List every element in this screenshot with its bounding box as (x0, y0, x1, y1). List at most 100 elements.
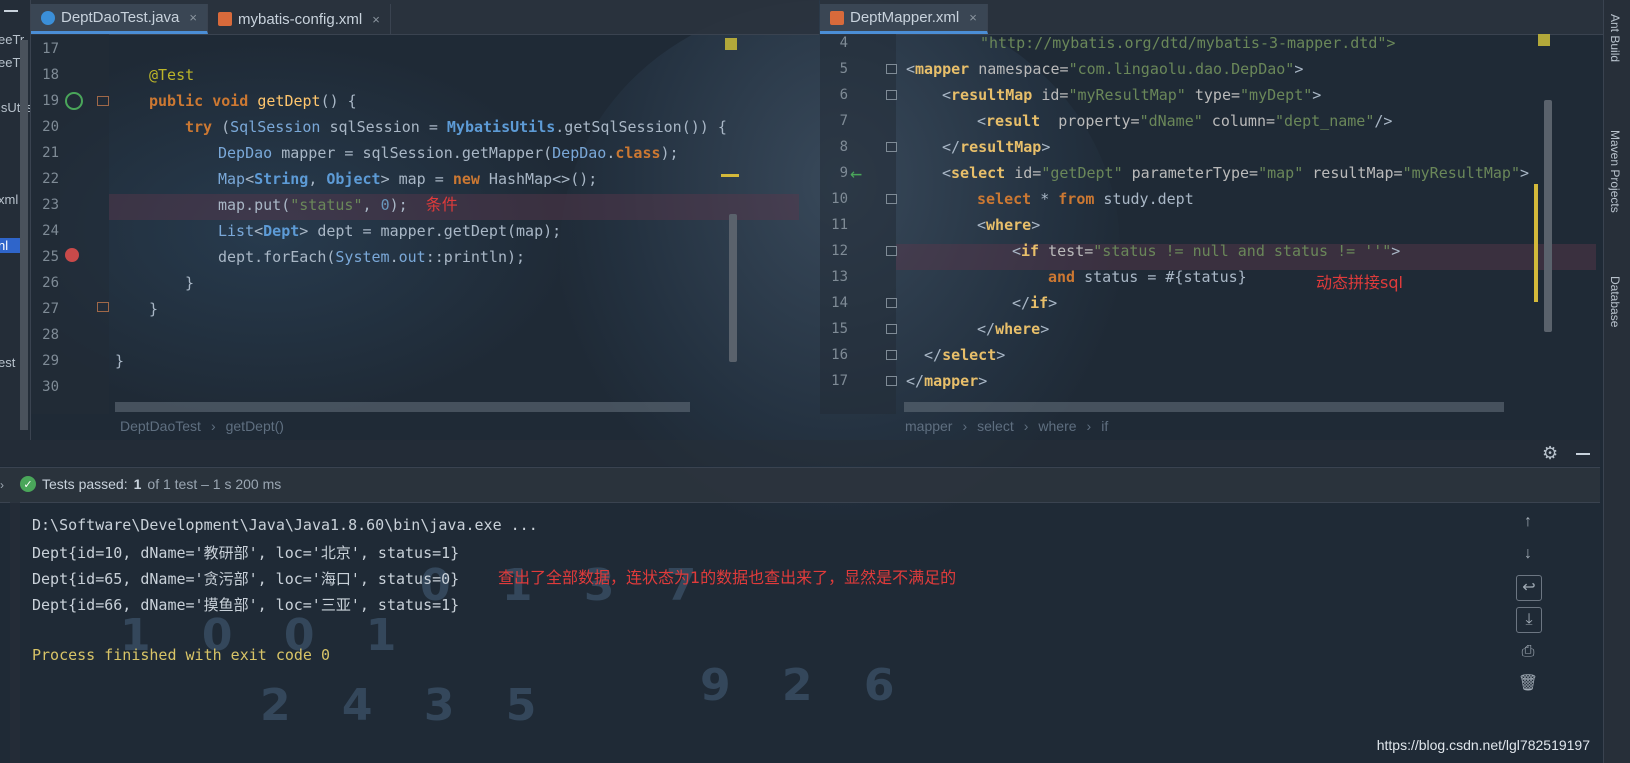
right-tool-strip: Ant Build Maven Projects Database (1603, 0, 1630, 763)
database-tool[interactable]: Database (1608, 276, 1622, 327)
editor-vertical-scrollbar[interactable] (729, 214, 737, 362)
trash-icon[interactable]: 🗑 (1516, 672, 1540, 696)
line-number: 29 (42, 353, 59, 369)
fold-icon[interactable] (886, 90, 897, 100)
editor-horizontal-scrollbar[interactable] (904, 402, 1504, 412)
fold-icon[interactable] (886, 350, 897, 360)
fold-icon[interactable] (886, 298, 897, 308)
run-console[interactable]: D:\Software\Development\Java\Java1.8.60\… (10, 502, 1510, 763)
run-panel-header: ⚙ (0, 440, 1600, 466)
line-number: 26 (42, 275, 59, 291)
project-scrollbar[interactable] (20, 40, 28, 430)
breadcrumb-item[interactable]: if (1101, 418, 1108, 434)
editor-vertical-scrollbar[interactable] (1544, 100, 1552, 332)
code-line: } (185, 274, 195, 292)
breadcrumb-right: mapper › select › where › if (905, 418, 1109, 434)
tab-deptdaotest[interactable]: DeptDaoTest.java × (31, 4, 208, 34)
fold-icon[interactable] (886, 142, 897, 152)
line-number: 6 (839, 87, 848, 103)
warning-marker[interactable] (1534, 184, 1538, 302)
line-number: 5 (839, 61, 848, 77)
close-icon[interactable]: × (969, 10, 977, 25)
java-editor[interactable]: 17 18 19 20 21 22 23 24 25 26 27 28 29 3… (31, 34, 819, 414)
line-number: 17 (831, 373, 848, 389)
xml-editor[interactable]: 4 5 6 7 8 9 10 11 12 13 14 15 16 17 ← "h… (820, 34, 1604, 414)
project-tree-item[interactable]: xml (0, 192, 18, 207)
breadcrumb-item[interactable]: getDept() (226, 418, 284, 434)
line-number: 14 (831, 295, 848, 311)
tab-deptmapper[interactable]: DeptMapper.xml × (820, 4, 988, 34)
line-number: 30 (42, 379, 59, 395)
code-line: map.put("status", 0); 条件 (218, 195, 458, 214)
ant-build-tool[interactable]: Ant Build (1608, 14, 1622, 62)
line-number: 20 (42, 119, 59, 135)
code-line: List<Dept> dept = mapper.getDept(map); (218, 222, 562, 240)
fold-icon[interactable] (97, 96, 109, 106)
code-line: select * from study.dept (977, 190, 1194, 208)
fold-icon[interactable] (886, 246, 897, 256)
maven-projects-tool[interactable]: Maven Projects (1608, 130, 1622, 213)
line-number: 8 (839, 139, 848, 155)
console-line: Dept{id=66, dName='摸鱼部', loc='三亚', statu… (32, 596, 460, 614)
scroll-to-end-icon[interactable]: ⤓ (1516, 607, 1542, 633)
line-number: 23 (42, 197, 59, 213)
code-line: and status = #{status} (1048, 268, 1247, 286)
arrow-left-icon[interactable]: ← (850, 160, 862, 186)
tab-label: DeptDaoTest.java (61, 9, 180, 26)
test-failed-icon[interactable] (65, 248, 79, 262)
print-icon[interactable]: ⎙ (1516, 640, 1540, 664)
annotation-note: 条件 (425, 195, 458, 214)
line-number: 25 (42, 249, 59, 265)
line-number: 22 (42, 171, 59, 187)
line-number: 19 (42, 93, 59, 109)
code-line: <where> (977, 216, 1041, 234)
fold-icon[interactable] (886, 376, 897, 386)
fold-icon[interactable] (886, 194, 897, 204)
fold-icon[interactable] (97, 302, 109, 312)
line-number: 10 (831, 191, 848, 207)
code-line: <if test="status != null and status != '… (1012, 242, 1401, 260)
line-number: 24 (42, 223, 59, 239)
scroll-up-icon[interactable]: ↑ (1516, 510, 1540, 534)
breadcrumb-left: DeptDaoTest › getDept() (120, 418, 284, 434)
close-icon[interactable]: × (189, 10, 197, 25)
line-number: 21 (42, 145, 59, 161)
line-number: 16 (831, 347, 848, 363)
code-line: </resultMap> (942, 138, 1051, 156)
right-editor-tabbar: DeptMapper.xml × (820, 0, 1604, 35)
xml-file-icon (830, 10, 844, 25)
fold-icon[interactable] (886, 64, 897, 74)
inspection-status-icon[interactable] (1538, 34, 1550, 46)
close-icon[interactable]: × (372, 12, 380, 27)
minimize-icon[interactable] (1576, 453, 1590, 455)
java-class-icon (41, 10, 55, 25)
breadcrumb-item[interactable]: select (977, 418, 1014, 434)
tab-label: DeptMapper.xml (850, 9, 960, 26)
run-test-icon[interactable] (65, 92, 83, 110)
line-number: 12 (831, 243, 848, 259)
annotation-note: 动态拼接sql (1316, 273, 1403, 292)
breadcrumb-item[interactable]: DeptDaoTest (120, 418, 201, 434)
soft-wrap-icon[interactable]: ↩ (1516, 575, 1542, 601)
warning-marker[interactable] (721, 174, 739, 177)
tab-mybatis-config[interactable]: mybatis-config.xml × (208, 4, 391, 34)
minimize-icon[interactable] (4, 10, 18, 12)
console-line: Dept{id=10, dName='教研部', loc='北京', statu… (32, 544, 460, 562)
annotation-note: 查出了全部数据，连状态为1的数据也查出来了，显然是不满足的 (498, 568, 957, 587)
watermark: https://blog.csdn.net/lgl782519197 (1376, 737, 1590, 753)
chevron-right-icon[interactable]: › (0, 478, 4, 492)
fold-icon[interactable] (886, 324, 897, 334)
scroll-down-icon[interactable]: ↓ (1516, 542, 1540, 566)
project-tree-item[interactable]: est (0, 355, 15, 370)
console-line: D:\Software\Development\Java\Java1.8.60\… (32, 516, 538, 534)
editor-horizontal-scrollbar[interactable] (115, 402, 690, 412)
inspection-status-icon[interactable] (725, 38, 737, 50)
breadcrumb-item[interactable]: where (1038, 418, 1076, 434)
breadcrumb-item[interactable]: mapper (905, 418, 952, 434)
console-exit-line: Process finished with exit code 0 (32, 646, 331, 664)
code-line: "http://mybatis.org/dtd/mybatis-3-mapper… (980, 34, 1396, 52)
code-line: Map<String, Object> map = new HashMap<>(… (218, 170, 598, 188)
gear-icon[interactable]: ⚙ (1542, 443, 1558, 464)
line-number: 17 (42, 41, 59, 57)
code-line: } (115, 352, 125, 370)
